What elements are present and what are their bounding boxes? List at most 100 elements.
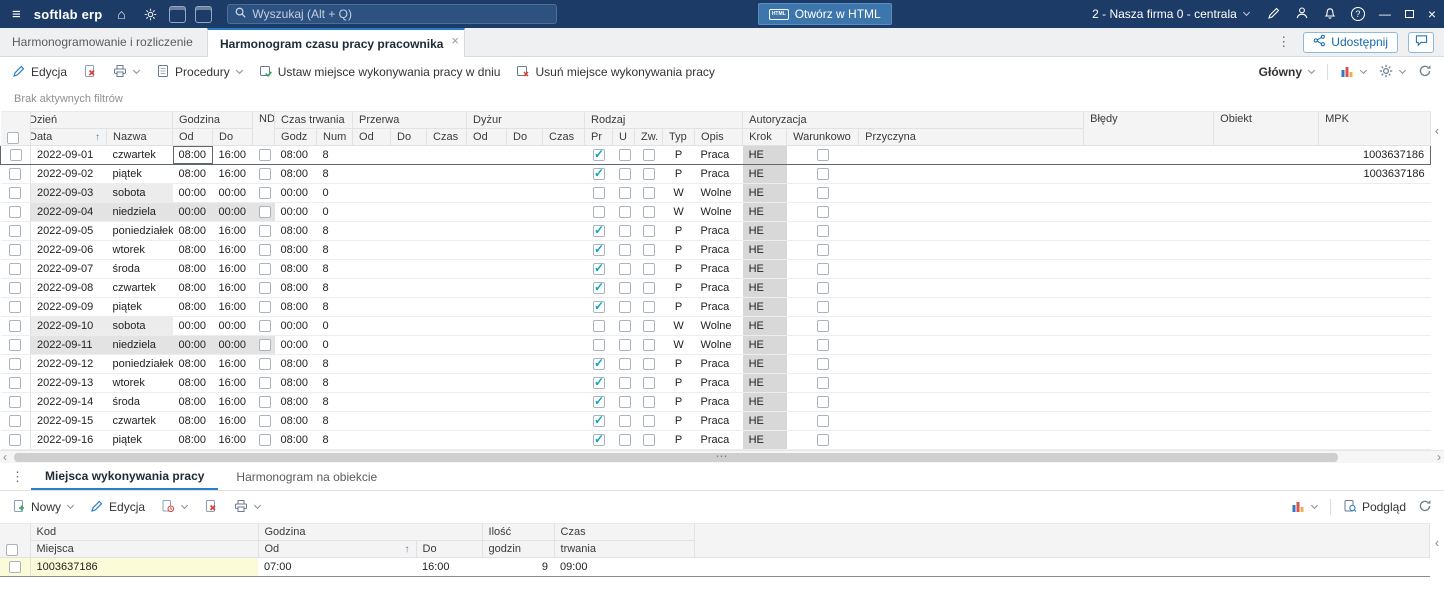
checkbox[interactable] — [642, 244, 655, 257]
remove-work-place-button[interactable]: Usuń miejsce wykonywania pracy — [516, 64, 715, 81]
column-header-krok[interactable]: Krok — [742, 128, 788, 146]
cell[interactable] — [352, 202, 391, 222]
cell[interactable] — [390, 354, 427, 374]
cell-opis[interactable]: Wolne — [694, 202, 743, 222]
cell-zw[interactable] — [634, 183, 663, 203]
cell-godz[interactable]: 08:00 — [274, 145, 317, 165]
schedule-row[interactable]: 2022-09-15czwartek08:0016:0008:008PPraca… — [0, 411, 1431, 431]
close-window-icon[interactable]: × — [1428, 6, 1436, 22]
cell-num[interactable]: 8 — [316, 164, 353, 184]
checkbox[interactable] — [592, 356, 606, 371]
cell[interactable] — [466, 335, 507, 355]
checkbox[interactable] — [592, 187, 605, 200]
cell[interactable] — [426, 183, 467, 203]
cell-warunkowo[interactable] — [786, 240, 859, 260]
cell[interactable] — [1213, 202, 1319, 222]
cell-num[interactable]: 0 — [316, 202, 353, 222]
checkbox[interactable] — [9, 377, 22, 390]
group-header-autoryzacja[interactable]: Autoryzacja — [742, 111, 1085, 129]
schedule-row[interactable]: 2022-09-16piątek08:0016:0008:008PPracaHE — [0, 430, 1431, 450]
edit-place-button[interactable]: Edycja — [90, 499, 145, 516]
cell-data[interactable]: 2022-09-14 — [30, 392, 107, 412]
cell[interactable] — [1083, 259, 1214, 279]
checkbox[interactable] — [618, 301, 631, 314]
cell-zw[interactable] — [634, 354, 663, 374]
cell[interactable] — [506, 202, 543, 222]
checkbox[interactable] — [816, 168, 829, 181]
checkbox[interactable] — [9, 225, 22, 238]
cell[interactable] — [542, 145, 585, 165]
cell-do[interactable]: 00:00 — [212, 183, 253, 203]
cell[interactable] — [390, 145, 427, 165]
cell[interactable] — [858, 411, 1084, 431]
checkbox[interactable] — [618, 282, 631, 295]
cell-pr[interactable] — [584, 278, 613, 298]
cell-nazwa[interactable]: piątek — [106, 164, 173, 184]
schedule-row[interactable]: 2022-09-06wtorek08:0016:0008:008PPracaHE — [0, 240, 1431, 260]
cell-typ[interactable]: P — [662, 392, 695, 412]
schedule-row[interactable]: 2022-09-07środa08:0016:0008:008PPracaHE — [0, 259, 1431, 279]
column-header-num[interactable]: Num — [316, 128, 354, 146]
cell[interactable] — [1083, 221, 1214, 241]
cell[interactable] — [390, 373, 427, 393]
cell-nazwa[interactable]: sobota — [106, 316, 173, 336]
cell-u[interactable] — [612, 164, 635, 184]
cell-num[interactable]: 8 — [316, 240, 353, 260]
column-header-zw[interactable]: Zw. — [634, 128, 664, 146]
cell-u[interactable] — [612, 335, 635, 355]
cell-pr[interactable] — [584, 221, 613, 241]
cell-godz[interactable]: 00:00 — [274, 183, 317, 203]
cell[interactable] — [542, 373, 585, 393]
cell[interactable] — [466, 411, 507, 431]
checkbox[interactable] — [592, 375, 606, 390]
cell[interactable] — [1213, 164, 1319, 184]
cell[interactable] — [506, 411, 543, 431]
checkbox[interactable] — [816, 206, 829, 219]
preview-button[interactable]: Podgląd — [1343, 499, 1406, 516]
cell-nazwa[interactable]: niedziela — [106, 335, 173, 355]
cell-warunkowo[interactable] — [786, 392, 859, 412]
cell[interactable] — [858, 183, 1084, 203]
cell[interactable] — [506, 316, 543, 336]
checkbox[interactable] — [816, 225, 829, 238]
cell-u[interactable] — [612, 221, 635, 241]
cell-godz[interactable]: 08:00 — [274, 430, 317, 450]
cell-data[interactable]: 2022-09-01 — [30, 145, 107, 165]
cell-nd[interactable] — [252, 335, 275, 355]
tab-harmonogram-na-obiekcie[interactable]: Harmonogram na obiekcie — [222, 463, 391, 490]
cell-warunkowo[interactable] — [786, 145, 859, 165]
cell-od[interactable]: 08:00 — [172, 354, 213, 374]
cell-godz[interactable]: 08:00 — [274, 392, 317, 412]
schedule-row[interactable]: 2022-09-14środa08:0016:0008:008PPracaHE — [0, 392, 1431, 412]
cell-num[interactable]: 8 — [316, 145, 353, 165]
column-header-godzin[interactable]: godzin — [482, 540, 555, 558]
cell[interactable] — [426, 202, 467, 222]
cell[interactable] — [542, 240, 585, 260]
column-header-nazwa[interactable]: Nazwa — [106, 128, 173, 146]
checkbox[interactable] — [258, 244, 271, 257]
cell-nazwa[interactable]: sobota — [106, 183, 173, 203]
cell-od[interactable]: 08:00 — [172, 373, 213, 393]
cell[interactable] — [1083, 278, 1214, 298]
column-header-miejsca[interactable]: Miejsca — [30, 540, 259, 558]
cell[interactable] — [506, 221, 543, 241]
cell-zw[interactable] — [634, 278, 663, 298]
cell[interactable] — [542, 354, 585, 374]
cell[interactable] — [506, 164, 543, 184]
cell-pr[interactable] — [584, 145, 613, 165]
cell-do[interactable]: 16:00 — [212, 145, 253, 165]
cell-data[interactable]: 2022-09-10 — [30, 316, 107, 336]
cell[interactable] — [542, 202, 585, 222]
checkbox[interactable] — [816, 149, 829, 162]
cell-zw[interactable] — [634, 430, 663, 450]
cell[interactable] — [466, 240, 507, 260]
print-places-button[interactable] — [234, 499, 262, 516]
notifications-bell-icon[interactable] — [1323, 6, 1337, 23]
cell-data[interactable]: 2022-09-04 — [30, 202, 107, 222]
cell-u[interactable] — [612, 392, 635, 412]
cell[interactable] — [390, 183, 427, 203]
checkbox[interactable] — [592, 299, 606, 314]
cell-zw[interactable] — [634, 240, 663, 260]
cell[interactable] — [506, 278, 543, 298]
cell-mpk[interactable] — [1318, 373, 1431, 393]
